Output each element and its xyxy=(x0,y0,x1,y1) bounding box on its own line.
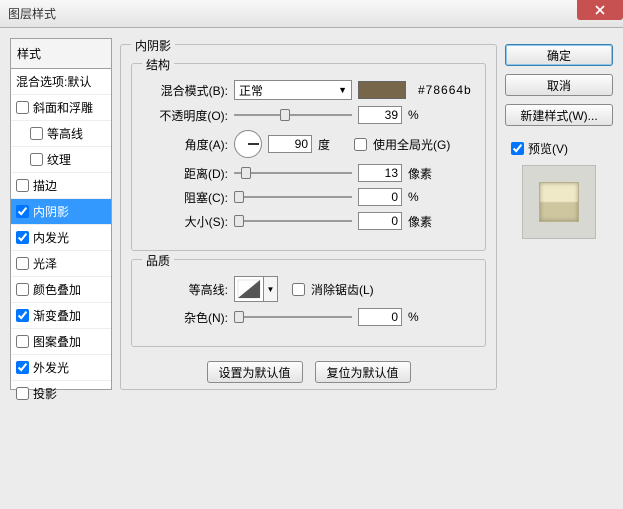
blending-options-row[interactable]: 混合选项:默认 xyxy=(11,69,111,95)
style-item-label: 内阴影 xyxy=(33,203,69,220)
contour-label: 等高线: xyxy=(142,281,228,298)
style-item-label: 斜面和浮雕 xyxy=(33,99,93,116)
global-light-label: 使用全局光(G) xyxy=(373,136,450,153)
choke-label: 阻塞(C): xyxy=(142,189,228,206)
noise-slider[interactable] xyxy=(234,309,352,325)
structure-fieldset: 结构 混合模式(B): 正常 ▼ #78664b 不透明度(O): % xyxy=(131,63,486,251)
choke-unit: % xyxy=(408,190,438,204)
size-unit: 像素 xyxy=(408,213,438,230)
style-item-label: 渐变叠加 xyxy=(33,307,81,324)
choke-input[interactable] xyxy=(358,188,402,206)
distance-input[interactable] xyxy=(358,164,402,182)
style-item[interactable]: 图案叠加 xyxy=(11,329,111,355)
styles-list: 混合选项:默认 斜面和浮雕等高线纹理描边内阴影内发光光泽颜色叠加渐变叠加图案叠加… xyxy=(10,68,112,390)
style-item[interactable]: 外发光 xyxy=(11,355,111,381)
size-slider[interactable] xyxy=(234,213,352,229)
global-light-checkbox[interactable] xyxy=(354,138,367,151)
style-item-checkbox[interactable] xyxy=(30,153,43,166)
opacity-label: 不透明度(O): xyxy=(142,107,228,124)
style-item-checkbox[interactable] xyxy=(16,205,29,218)
settings-column: 内阴影 结构 混合模式(B): 正常 ▼ #78664b 不透明度(O): xyxy=(120,38,497,499)
style-item[interactable]: 颜色叠加 xyxy=(11,277,111,303)
contour-dropdown[interactable]: ▼ xyxy=(264,276,278,302)
style-item-checkbox[interactable] xyxy=(16,257,29,270)
distance-unit: 像素 xyxy=(408,165,438,182)
style-item[interactable]: 纹理 xyxy=(11,147,111,173)
style-item-checkbox[interactable] xyxy=(16,283,29,296)
new-style-button[interactable]: 新建样式(W)... xyxy=(505,104,613,126)
style-item-label: 纹理 xyxy=(47,151,71,168)
style-item[interactable]: 描边 xyxy=(11,173,111,199)
noise-input[interactable] xyxy=(358,308,402,326)
chevron-down-icon: ▼ xyxy=(338,85,347,95)
right-column: 确定 取消 新建样式(W)... 预览(V) xyxy=(505,38,613,499)
titlebar: 图层样式 xyxy=(0,0,623,28)
preview-thumbnail xyxy=(522,165,596,239)
style-item-checkbox[interactable] xyxy=(16,231,29,244)
style-item-label: 图案叠加 xyxy=(33,333,81,350)
style-item-label: 描边 xyxy=(33,177,57,194)
blendmode-value: 正常 xyxy=(239,82,263,99)
style-item-checkbox[interactable] xyxy=(16,335,29,348)
angle-unit: 度 xyxy=(318,136,348,153)
close-button[interactable] xyxy=(577,0,623,20)
angle-input[interactable] xyxy=(268,135,312,153)
window-title: 图层样式 xyxy=(8,5,56,22)
panel-title: 内阴影 xyxy=(131,37,175,54)
style-item-label: 等高线 xyxy=(47,125,83,142)
quality-legend: 品质 xyxy=(142,252,174,269)
style-item-label: 颜色叠加 xyxy=(33,281,81,298)
style-item[interactable]: 渐变叠加 xyxy=(11,303,111,329)
style-item[interactable]: 光泽 xyxy=(11,251,111,277)
size-input[interactable] xyxy=(358,212,402,230)
noise-label: 杂色(N): xyxy=(142,309,228,326)
style-item-checkbox[interactable] xyxy=(16,179,29,192)
opacity-unit: % xyxy=(408,108,438,122)
angle-dial[interactable] xyxy=(234,130,262,158)
antialias-checkbox[interactable] xyxy=(292,283,305,296)
angle-label: 角度(A): xyxy=(142,136,228,153)
cancel-button[interactable]: 取消 xyxy=(505,74,613,96)
styles-column: 样式 混合选项:默认 斜面和浮雕等高线纹理描边内阴影内发光光泽颜色叠加渐变叠加图… xyxy=(10,38,112,499)
opacity-slider[interactable] xyxy=(234,107,352,123)
contour-icon xyxy=(237,279,261,299)
style-item-checkbox[interactable] xyxy=(16,309,29,322)
style-item-label: 投影 xyxy=(33,385,57,402)
noise-unit: % xyxy=(408,310,438,324)
preview-checkbox[interactable] xyxy=(511,142,524,155)
choke-slider[interactable] xyxy=(234,189,352,205)
style-item-label: 光泽 xyxy=(33,255,57,272)
blendmode-select[interactable]: 正常 ▼ xyxy=(234,80,352,100)
style-item[interactable]: 内发光 xyxy=(11,225,111,251)
style-item-checkbox[interactable] xyxy=(30,127,43,140)
style-item[interactable]: 投影 xyxy=(11,381,111,407)
structure-legend: 结构 xyxy=(142,56,174,73)
preview-label: 预览(V) xyxy=(528,140,568,157)
color-swatch[interactable] xyxy=(358,81,406,99)
ok-button[interactable]: 确定 xyxy=(505,44,613,66)
style-item-label: 内发光 xyxy=(33,229,69,246)
quality-fieldset: 品质 等高线: ▼ 消除锯齿(L) 杂色(N): xyxy=(131,259,486,347)
opacity-input[interactable] xyxy=(358,106,402,124)
styles-header: 样式 xyxy=(10,38,112,68)
style-item-label: 外发光 xyxy=(33,359,69,376)
style-item-checkbox[interactable] xyxy=(16,387,29,400)
distance-slider[interactable] xyxy=(234,165,352,181)
color-hex: #78664b xyxy=(418,83,472,97)
inner-shadow-fieldset: 内阴影 结构 混合模式(B): 正常 ▼ #78664b 不透明度(O): xyxy=(120,44,497,390)
style-item-checkbox[interactable] xyxy=(16,361,29,374)
blendmode-label: 混合模式(B): xyxy=(142,82,228,99)
blending-options-label: 混合选项:默认 xyxy=(16,73,91,90)
reset-default-button[interactable]: 复位为默认值 xyxy=(315,361,411,383)
contour-picker[interactable] xyxy=(234,276,264,302)
antialias-label: 消除锯齿(L) xyxy=(311,281,374,298)
style-item[interactable]: 内阴影 xyxy=(11,199,111,225)
size-label: 大小(S): xyxy=(142,213,228,230)
style-item[interactable]: 斜面和浮雕 xyxy=(11,95,111,121)
distance-label: 距离(D): xyxy=(142,165,228,182)
make-default-button[interactable]: 设置为默认值 xyxy=(207,361,303,383)
close-icon xyxy=(595,5,605,15)
style-item[interactable]: 等高线 xyxy=(11,121,111,147)
style-item-checkbox[interactable] xyxy=(16,101,29,114)
